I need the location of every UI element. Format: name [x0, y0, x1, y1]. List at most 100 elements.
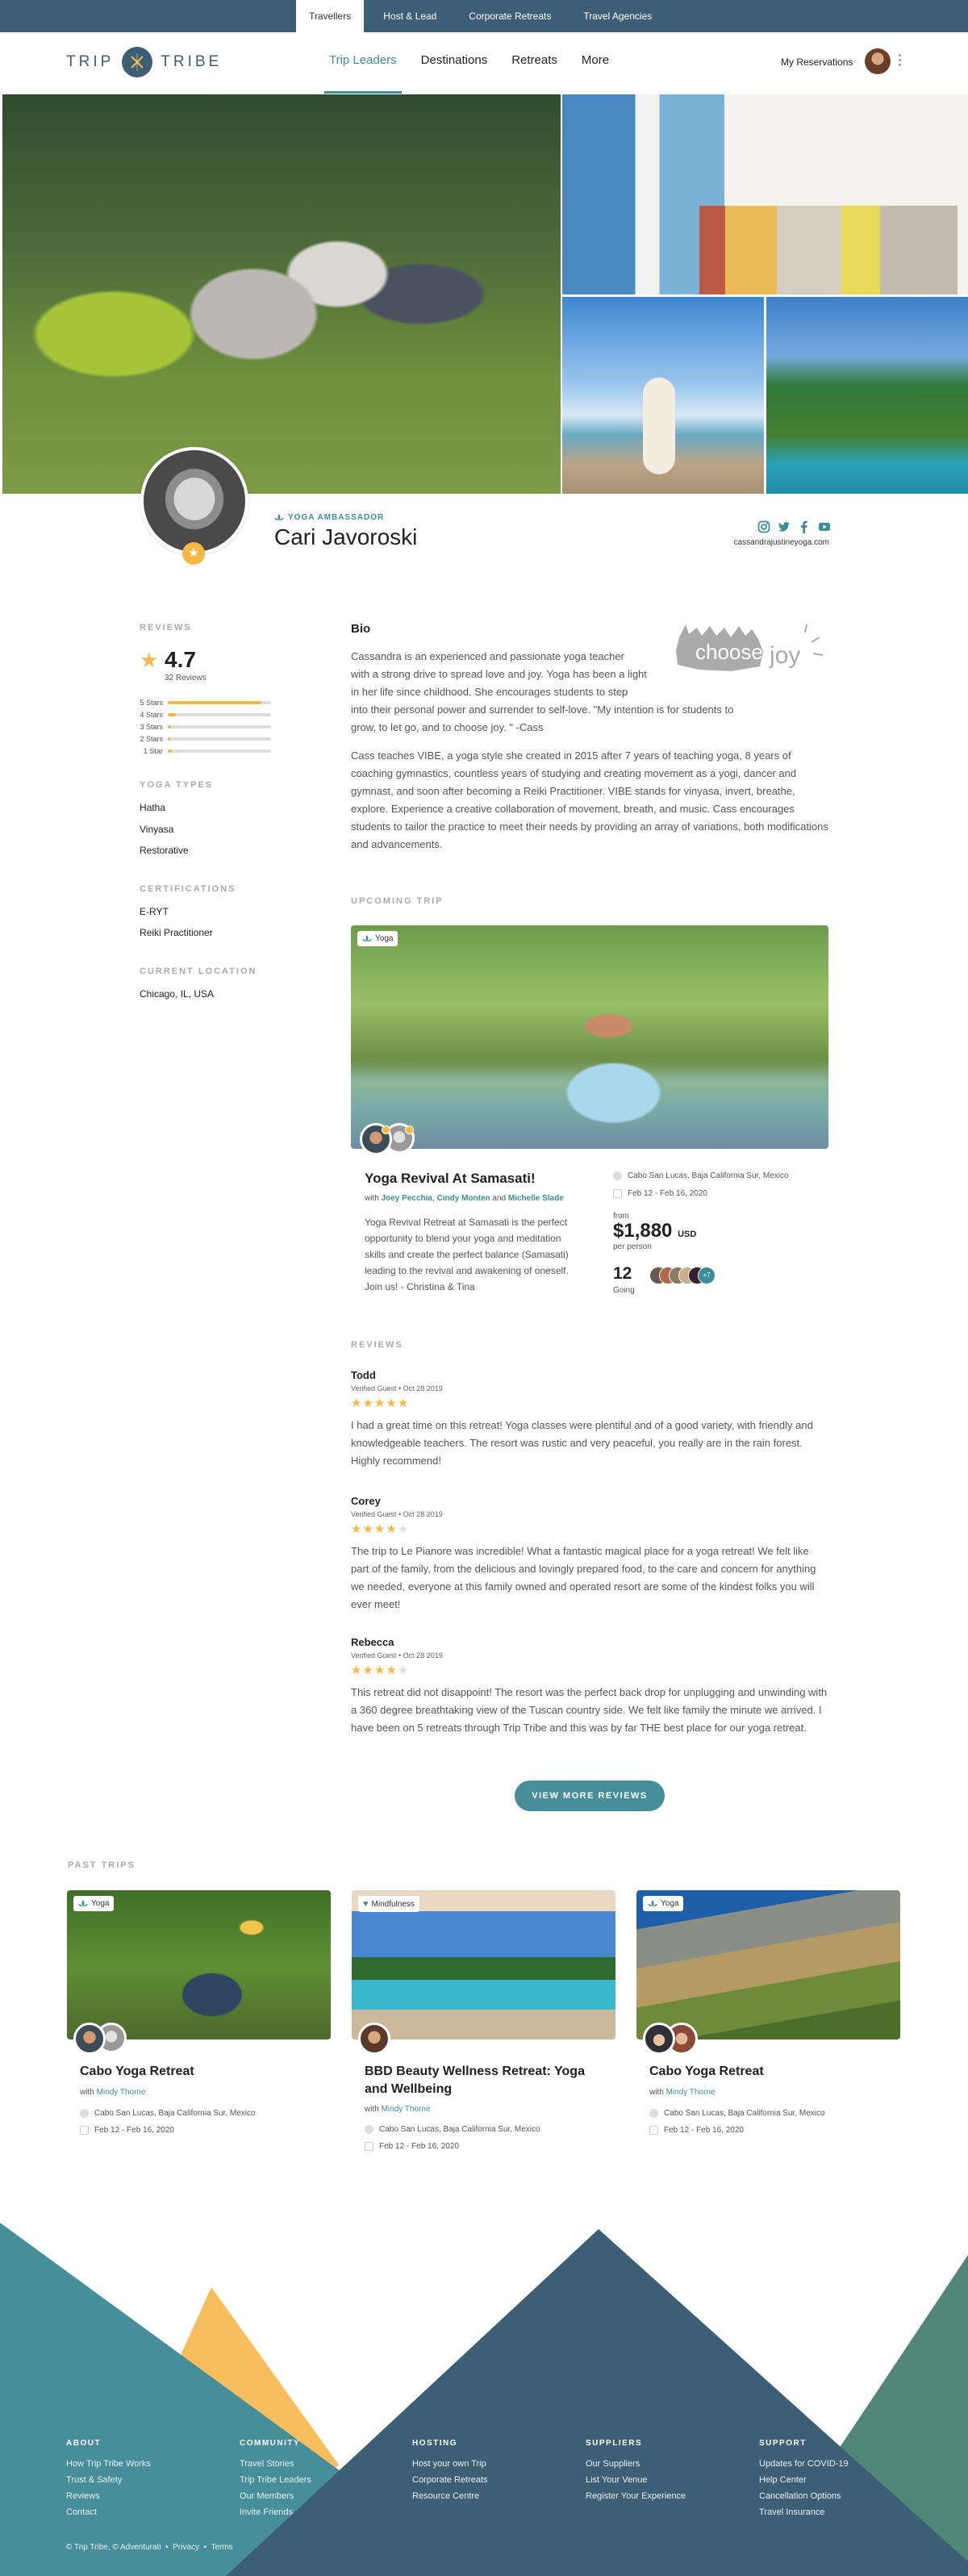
view-more-reviews-button[interactable]: VIEW MORE REVIEWS	[515, 1781, 665, 1811]
footer-link[interactable]: Register Your Experience	[586, 2488, 686, 2504]
reviewer-name: Todd	[351, 1369, 376, 1381]
footer-link[interactable]: Trust & Safety	[66, 2472, 151, 2488]
footer-link[interactable]: Travel Stories	[240, 2456, 311, 2472]
terms-link[interactable]: Terms	[211, 2543, 232, 2552]
footer-link[interactable]: Corporate Retreats	[412, 2472, 488, 2488]
nav-retreats[interactable]: Retreats	[511, 53, 557, 67]
past-trip-image[interactable]	[636, 1890, 900, 2040]
review-stars: ★★★★★	[351, 1397, 828, 1410]
past-trip-title[interactable]: Cabo Yoga Retreat	[649, 2063, 891, 2081]
with-text: with	[649, 2088, 664, 2097]
privacy-link[interactable]: Privacy	[173, 2543, 199, 2552]
bio-paragraph-2: Cass teaches VIBE, a yoga style she crea…	[351, 749, 828, 850]
footer-link[interactable]: Cancellation Options	[759, 2488, 849, 2504]
footer-column-suppliers: SUPPLIERS Our Suppliers List Your Venue …	[586, 2439, 686, 2504]
lotus-icon	[362, 935, 372, 941]
going-label: Going	[613, 1286, 635, 1295]
mountain-navy	[194, 2229, 968, 2576]
nav-destinations[interactable]: Destinations	[421, 53, 488, 67]
upcoming-trip-title[interactable]: Yoga Revival At Samasati!	[365, 1171, 536, 1187]
footer-link[interactable]: Travel Insurance	[759, 2504, 849, 2520]
ambassador-star-icon: ★	[182, 542, 205, 565]
tab-host-lead[interactable]: Host & Lead	[370, 0, 449, 32]
copyright: © Trip Tribe, © Adventurati	[66, 2543, 161, 2552]
footer-link[interactable]: Our Suppliers	[586, 2456, 686, 2472]
hero-image-yoga-terrace[interactable]	[562, 94, 968, 294]
reviewer-name: Corey	[351, 1495, 381, 1507]
past-trip-image[interactable]	[67, 1890, 331, 2040]
hero-image-hikers[interactable]	[2, 94, 561, 494]
upcoming-trip-label: UPCOMING TRIP	[351, 896, 444, 906]
nav-more[interactable]: More	[582, 53, 609, 67]
leader-link[interactable]: Michelle Slade	[508, 1194, 564, 1203]
location-text: Cabo San Lucas, Baja California Sur, Mex…	[379, 2125, 540, 2134]
separator: •	[165, 2543, 169, 2552]
rating-bar-row: 5 Stars	[137, 696, 274, 708]
tab-corporate-retreats[interactable]: Corporate Retreats	[456, 0, 564, 32]
footer-legal: © Trip Tribe, © Adventurati • Privacy • …	[66, 2543, 233, 2552]
role-label: YOGA AMBASSADOR	[288, 513, 385, 522]
leader-avatar[interactable]	[358, 2023, 390, 2055]
my-reservations-link[interactable]: My Reservations	[781, 56, 853, 68]
rating-bar-row: 4 Stars	[137, 708, 274, 720]
nav-trip-leaders[interactable]: Trip Leaders	[324, 53, 402, 94]
footer-link[interactable]: Trip Tribe Leaders	[240, 2472, 311, 2488]
with-text: with	[365, 1194, 379, 1203]
bio-title: Bio	[351, 622, 371, 636]
leader-link[interactable]: Cindy Monten	[437, 1194, 490, 1203]
footer-link[interactable]: Help Center	[759, 2472, 849, 2488]
category-badge: ♥ Mindfulness	[358, 1896, 419, 1912]
leader-link[interactable]: Mindy Thorne	[666, 2088, 716, 2097]
leader-star-icon	[405, 1125, 414, 1134]
logo-word-right: TRIBE	[161, 53, 223, 70]
location-pin-icon	[365, 2125, 373, 2134]
leader-link[interactable]: Mindy Thorne	[382, 2105, 431, 2114]
more-attendees-count[interactable]: +7	[698, 1267, 716, 1284]
rating-bar-track	[168, 749, 271, 753]
leader-link[interactable]: Joey Pecchia	[382, 1194, 432, 1203]
footer-link[interactable]: Updates for COVID-19	[759, 2456, 849, 2472]
star-empty-icon: ★	[397, 1522, 410, 1536]
tab-travellers[interactable]: Travellers	[296, 0, 365, 32]
more-menu-icon[interactable]	[897, 52, 902, 71]
upcoming-trip-image[interactable]	[351, 925, 828, 1149]
leader-avatar[interactable]	[643, 2023, 675, 2055]
footer-link[interactable]: Resource Centre	[412, 2488, 488, 2504]
past-trip-leader: with Mindy Thorne	[80, 2088, 146, 2097]
facebook-icon[interactable]	[798, 520, 811, 533]
website-link[interactable]: cassandrajustineyoga.com	[724, 538, 829, 547]
logo[interactable]: TRIP TRIBE	[66, 47, 222, 77]
hero-image-resort-pool[interactable]	[766, 297, 968, 494]
location-text: Cabo San Lucas, Baja California Sur, Mex…	[664, 2109, 825, 2118]
twitter-icon[interactable]	[778, 520, 791, 533]
instagram-icon[interactable]	[757, 520, 770, 533]
review-stars: ★★★★★	[351, 1664, 828, 1677]
past-trip-image[interactable]	[352, 1890, 615, 2040]
yoga-types-label: YOGA TYPES	[140, 780, 214, 790]
trip-location: Cabo San Lucas, Baja California Sur, Mex…	[613, 1171, 789, 1180]
price-currency: USD	[678, 1230, 697, 1239]
rating-bar-fill	[168, 700, 262, 704]
footer-mountains	[0, 2223, 968, 2576]
past-trip-title[interactable]: Cabo Yoga Retreat	[80, 2063, 322, 2081]
user-avatar[interactable]	[865, 48, 891, 74]
hero-image-surfer[interactable]	[562, 297, 764, 494]
dates-text: Feb 12 - Feb 16, 2020	[628, 1189, 707, 1198]
footer-link[interactable]: Host your own Trip	[412, 2456, 488, 2472]
footer-link[interactable]: Invite Friends	[240, 2504, 311, 2520]
bio-paragraph-1: Cassandra is an experienced and passiona…	[351, 648, 733, 737]
footer-link[interactable]: Contact	[66, 2504, 151, 2520]
footer-link[interactable]: How Trip Tribe Works	[66, 2456, 151, 2472]
leader-link[interactable]: Mindy Thorne	[97, 2088, 146, 2097]
youtube-icon[interactable]	[818, 520, 831, 533]
location-text: Cabo San Lucas, Baja California Sur, Mex…	[628, 1171, 789, 1180]
footer-link[interactable]: Reviews	[66, 2488, 151, 2504]
footer-link[interactable]: Our Members	[240, 2488, 311, 2504]
tab-travel-agencies[interactable]: Travel Agencies	[570, 0, 665, 32]
audience-bar: Travellers Host & Lead Corporate Retreat…	[0, 0, 968, 32]
leader-avatar[interactable]	[73, 2023, 106, 2055]
star-filled-icon: ★	[386, 1397, 398, 1410]
rating-bar-label: 5 Stars	[140, 698, 163, 707]
footer-link[interactable]: List Your Venue	[586, 2472, 686, 2488]
past-trip-title[interactable]: BBD Beauty Wellness Retreat: Yoga and We…	[365, 2063, 607, 2098]
